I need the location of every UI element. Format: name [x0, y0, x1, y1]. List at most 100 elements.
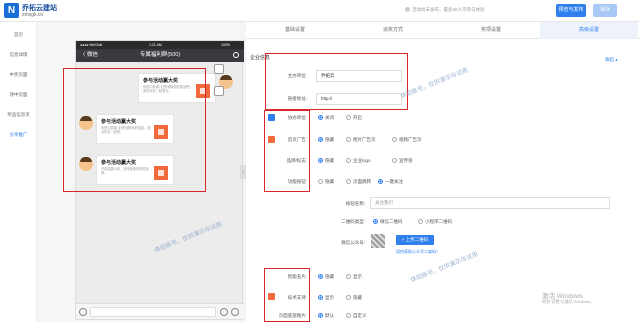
- radio-dot: [346, 295, 351, 301]
- plus-icon[interactable]: [231, 308, 239, 316]
- chat-card[interactable]: 参与活动赢大奖 你是中奖者! 赶快领取你的奖品吧，邀请好友一起参与。: [138, 73, 216, 103]
- voice-icon[interactable]: [79, 308, 87, 316]
- chat-card[interactable]: 参与活动赢大奖 你是中奖者! 赶快领取你的奖品，邀请好友一起来。: [96, 114, 174, 144]
- radio-dot: [392, 158, 397, 164]
- card-thumbnail: [154, 125, 168, 139]
- radio-label: 隐藏: [325, 274, 334, 279]
- radio-dot: [346, 274, 351, 280]
- card-desc: 开奖结果公布，快来领取你的奖品吧。: [101, 167, 149, 175]
- radio-option[interactable]: 微信二维码: [373, 219, 403, 225]
- card-thumbnail: [196, 84, 210, 98]
- radio-label: 小程序二维码: [425, 219, 452, 224]
- logo[interactable]: N 乔拓云建站 xmsgk.cn: [4, 2, 64, 20]
- radio-option[interactable]: 隐藏: [318, 274, 334, 280]
- phone-title-bar: 〈 微信 专属福利群(500): [76, 49, 244, 62]
- chat-title: 专属福利群(500): [139, 52, 181, 58]
- bottom-image-label: 页面底部图片:: [278, 313, 307, 318]
- radio-dot: [378, 179, 383, 185]
- radio-dot: [318, 179, 323, 185]
- notice-text: 活动尚未发布，最多20人可参与体验: [412, 7, 485, 12]
- radio-option[interactable]: 默认: [318, 313, 334, 319]
- document-icon[interactable]: [214, 86, 224, 96]
- sidebar-item-share[interactable]: 分享推广: [0, 132, 37, 138]
- radio-label: 视频广告页: [399, 137, 422, 142]
- radio-dot: [318, 115, 323, 121]
- top-bar: N 乔拓云建站 xmsgk.cn 活动尚未发布，最多20人可参与体验 预览与发布…: [0, 0, 640, 22]
- radio-option[interactable]: 显示: [318, 295, 334, 301]
- radio-dot: [373, 219, 378, 225]
- sidebar-item-prize-page[interactable]: 奖品信息页: [0, 112, 37, 118]
- save-button[interactable]: 保存: [593, 4, 617, 17]
- radio-label: 隐藏: [353, 295, 362, 300]
- radio-option[interactable]: 企业logo: [346, 158, 371, 164]
- preview-area: ●●●● WeChat 1:21 AM 100% 〈 微信 专属福利群(500)…: [37, 22, 244, 322]
- url-input[interactable]: http://: [316, 93, 402, 105]
- btn-name-input[interactable]: 关注我们: [370, 197, 610, 209]
- radio-option[interactable]: 宣传语: [392, 158, 413, 164]
- tab-bar: 基础设置 派奖方式 奖项设置 高级设置: [246, 22, 640, 39]
- emoji-icon[interactable]: [220, 308, 228, 316]
- radio-option[interactable]: 开启: [346, 115, 362, 121]
- radio-option[interactable]: 关闭: [318, 115, 334, 121]
- radio-option[interactable]: 隐藏: [318, 137, 334, 143]
- tab-advanced[interactable]: 高级设置: [540, 22, 638, 39]
- radio-option[interactable]: 一键关注: [378, 179, 403, 185]
- radio-label: 默认: [325, 313, 334, 318]
- radio-dot: [318, 274, 323, 280]
- howto-qr-link[interactable]: 如何获取公众号二维码?: [396, 249, 438, 255]
- url-label: 链接地址:: [287, 96, 307, 101]
- radio-option[interactable]: 图片广告页: [346, 137, 376, 143]
- ad-label: 首页广告:: [287, 137, 307, 142]
- radio-option[interactable]: 小程序二维码: [418, 219, 452, 225]
- radio-label: 宣传语: [399, 158, 413, 163]
- wechat-label: 微信公众号:: [341, 240, 365, 245]
- radio-option[interactable]: 显示: [346, 274, 362, 280]
- avatar: [79, 157, 93, 171]
- radio-option[interactable]: 页面跳转: [346, 179, 371, 185]
- sidebar-item-claim-page[interactable]: 领中页面: [0, 92, 37, 98]
- btn-name-label: 按钮名称:: [345, 201, 365, 206]
- radio-dot: [346, 179, 351, 185]
- func-label: 功能按钮:: [287, 179, 307, 184]
- radio-label: 隐藏: [325, 158, 334, 163]
- person-icon[interactable]: [233, 52, 239, 58]
- radio-dot: [346, 158, 351, 164]
- radio-label: 一键关注: [385, 179, 403, 184]
- sidebar-item-win-page[interactable]: 中奖页面: [0, 72, 37, 78]
- battery-text: 100%: [221, 43, 230, 47]
- activate-windows-sub: 转到"设置"以激活 Windows。: [542, 299, 595, 304]
- radio-option[interactable]: 自定义: [346, 313, 367, 319]
- collapse-link[interactable]: 收起 ▴: [605, 57, 618, 63]
- radio-dot: [318, 158, 323, 164]
- radio-label: 关闭: [325, 115, 334, 120]
- avatar: [79, 116, 93, 130]
- sponsor-input[interactable]: 乔拓云: [316, 70, 402, 82]
- tab-basic[interactable]: 基础设置: [246, 22, 344, 39]
- chat-card[interactable]: 参与活动赢大奖 开奖结果公布，快来领取你的奖品吧。: [96, 155, 174, 185]
- card-title: 参与活动赢大奖: [101, 119, 137, 125]
- coorg-label: 协办单位:: [287, 115, 307, 120]
- radio-label: 微信二维码: [380, 219, 403, 224]
- section-title: 企业信息: [250, 55, 271, 61]
- radio-option[interactable]: 隐藏: [318, 158, 334, 164]
- status-notice: 活动尚未发布，最多20人可参与体验: [405, 7, 485, 13]
- tab-delivery[interactable]: 派奖方式: [344, 22, 442, 39]
- radio-dot: [346, 313, 351, 319]
- radio-label: 开启: [353, 115, 362, 120]
- tab-prizes[interactable]: 奖项设置: [442, 22, 540, 39]
- radio-dot: [318, 137, 323, 143]
- radio-dot: [392, 137, 397, 143]
- sidebar-item-home[interactable]: 首页: [0, 32, 37, 38]
- publish-button[interactable]: 预览与发布: [556, 4, 586, 17]
- tech-label: 技术支持:: [287, 295, 307, 300]
- radio-option[interactable]: 隐藏: [346, 295, 362, 301]
- radio-label: 图片广告页: [353, 137, 376, 142]
- upload-qr-button[interactable]: + 上传二维码: [396, 235, 434, 245]
- radio-label: 隐藏: [325, 179, 334, 184]
- radio-option[interactable]: 隐藏: [318, 179, 334, 185]
- radio-option[interactable]: 视频广告页: [392, 137, 422, 143]
- sidebar-item-info-detail[interactable]: 信息详情: [0, 52, 37, 58]
- shirt-icon[interactable]: [214, 64, 224, 74]
- logo-url: xmsgk.cn: [22, 12, 44, 18]
- message-input[interactable]: [90, 307, 216, 317]
